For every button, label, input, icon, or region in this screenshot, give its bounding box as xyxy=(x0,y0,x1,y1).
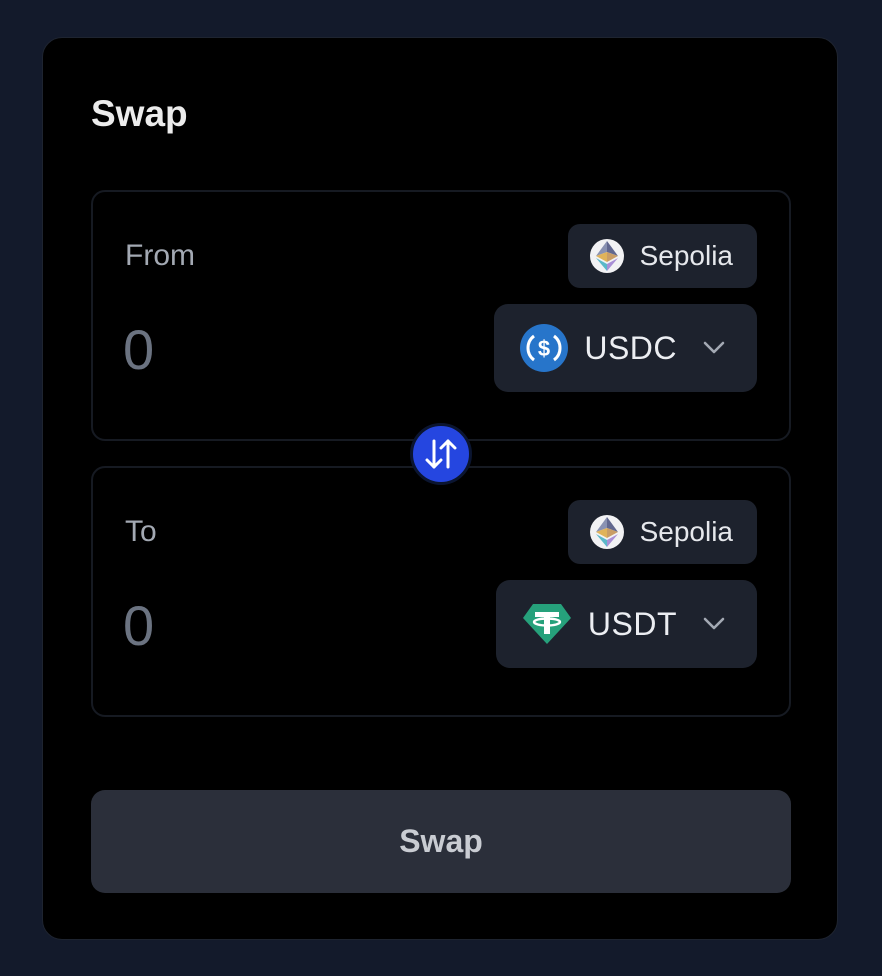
from-label: From xyxy=(125,239,195,272)
usdt-icon xyxy=(522,603,572,645)
to-panel: To Sepolia 0 USDT xyxy=(91,466,791,717)
switch-direction-button[interactable] xyxy=(410,423,472,485)
from-network-selector[interactable]: Sepolia xyxy=(567,224,757,288)
from-network-label: Sepolia xyxy=(639,240,733,271)
card-title: Swap xyxy=(91,93,188,134)
swap-card: Swap From Sepolia 0 $ USDC To Sepolia 0 … xyxy=(42,37,838,940)
from-panel: From Sepolia $ xyxy=(91,190,791,441)
swap-arrows-icon xyxy=(424,439,458,469)
from-token-label: USDC xyxy=(584,329,677,366)
chevron-down-icon xyxy=(703,617,725,631)
ethereum-icon xyxy=(589,239,624,273)
from-token-selector[interactable]: $ USDC xyxy=(494,304,757,392)
to-token-selector[interactable]: USDT xyxy=(495,580,757,668)
to-label: To xyxy=(125,515,157,548)
to-token-label: USDT xyxy=(587,605,677,642)
chevron-down-icon xyxy=(703,341,725,355)
from-amount-input[interactable] xyxy=(123,314,423,384)
swap-button[interactable]: Swap xyxy=(91,790,791,893)
ethereum-icon xyxy=(589,515,624,549)
to-amount-input[interactable] xyxy=(123,590,423,660)
usdc-icon: $ xyxy=(520,324,569,372)
to-network-label: Sepolia xyxy=(639,516,733,547)
svg-text:$: $ xyxy=(538,336,550,361)
to-network-selector[interactable]: Sepolia xyxy=(567,500,757,564)
